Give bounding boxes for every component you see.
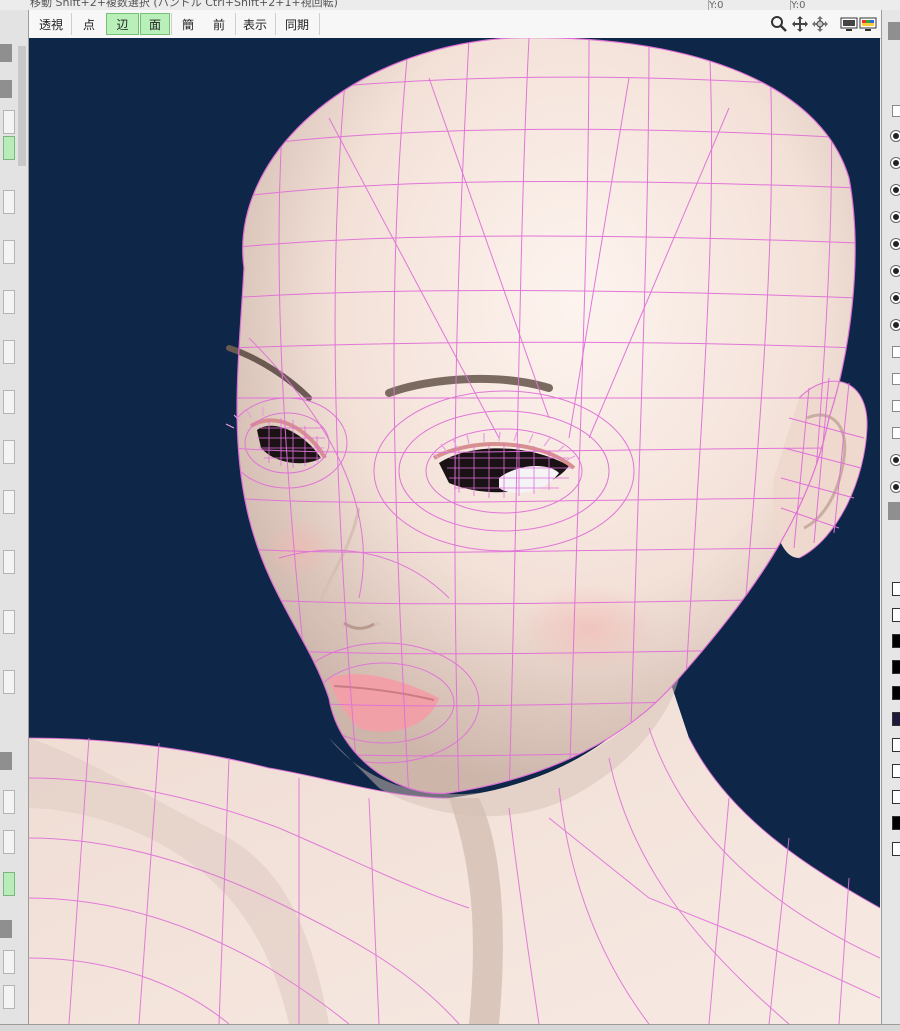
material-color-swatch[interactable] xyxy=(892,816,900,830)
face-button[interactable]: 面 xyxy=(140,13,170,35)
panel-button[interactable] xyxy=(3,290,15,314)
layer-checkbox[interactable] xyxy=(892,373,900,385)
model-render xyxy=(29,38,880,1024)
cheek-blush xyxy=(519,583,659,673)
layer-visibility-toggle[interactable] xyxy=(890,265,900,277)
panel-divider xyxy=(0,920,12,938)
toolbar-divider xyxy=(71,13,72,35)
cheek-blush xyxy=(264,518,334,578)
front-button[interactable]: 前 xyxy=(204,13,234,35)
toolbar-divider xyxy=(319,13,320,35)
panel-button[interactable] xyxy=(3,240,15,264)
simple-button[interactable]: 簡 xyxy=(173,13,203,35)
screen-icon[interactable] xyxy=(840,15,858,33)
toolbar-divider xyxy=(171,13,172,35)
layer-visibility-toggle[interactable] xyxy=(890,211,900,223)
panel-button[interactable] xyxy=(3,440,15,464)
3d-viewport[interactable] xyxy=(29,38,880,1024)
layer-checkbox[interactable] xyxy=(892,346,900,358)
view-toolbar: 透視 点 辺 面 簡 前 表示 同期 xyxy=(29,10,886,39)
material-color-swatch[interactable] xyxy=(892,686,900,700)
layer-visibility-toggle[interactable] xyxy=(890,454,900,466)
panel-button[interactable] xyxy=(3,985,15,1009)
vertex-button[interactable]: 点 xyxy=(73,13,105,35)
left-panel xyxy=(0,10,29,1030)
status-cell: Y:0 xyxy=(790,0,871,10)
layer-visibility-toggle[interactable] xyxy=(890,157,900,169)
toolbar-divider xyxy=(235,13,236,35)
panel-button[interactable] xyxy=(3,670,15,694)
status-hint: 移動 Shift+2+複数選択 (ハンドル Ctrl+Shift+2+1+視回転… xyxy=(30,0,338,9)
layer-checkbox[interactable] xyxy=(892,400,900,412)
layer-checkbox[interactable] xyxy=(892,427,900,439)
perspective-button[interactable]: 透視 xyxy=(33,13,69,35)
layer-checkbox[interactable] xyxy=(892,105,900,117)
panel-button[interactable] xyxy=(3,790,15,814)
panel-divider xyxy=(888,22,900,40)
material-color-swatch[interactable] xyxy=(892,764,900,778)
status-cell: Y:0 xyxy=(708,0,789,10)
panel-button[interactable] xyxy=(3,340,15,364)
display-button[interactable]: 表示 xyxy=(237,13,273,35)
panel-button-active[interactable] xyxy=(3,872,15,896)
layer-visibility-toggle[interactable] xyxy=(890,184,900,196)
panel-button[interactable] xyxy=(3,830,15,854)
panel-button[interactable] xyxy=(3,190,15,214)
panel-divider xyxy=(888,502,900,520)
panel-divider xyxy=(0,80,12,98)
material-color-swatch[interactable] xyxy=(892,712,900,726)
panel-button-active[interactable] xyxy=(3,136,15,160)
material-color-swatch[interactable] xyxy=(892,790,900,804)
toolbar-divider xyxy=(275,13,276,35)
color-screen-icon[interactable] xyxy=(859,15,877,33)
material-color-swatch[interactable] xyxy=(892,660,900,674)
layer-visibility-toggle[interactable] xyxy=(890,319,900,331)
material-color-swatch[interactable] xyxy=(892,842,900,856)
sync-button[interactable]: 同期 xyxy=(277,13,317,35)
edge-button[interactable]: 辺 xyxy=(106,13,139,35)
panel-divider xyxy=(0,752,12,770)
layer-visibility-toggle[interactable] xyxy=(890,481,900,493)
panel-button[interactable] xyxy=(3,110,15,134)
zoom-icon[interactable] xyxy=(770,15,788,33)
panel-button[interactable] xyxy=(3,550,15,574)
panel-button[interactable] xyxy=(3,490,15,514)
rotate-icon[interactable] xyxy=(811,15,829,33)
scrollbar[interactable] xyxy=(18,46,26,166)
material-color-swatch[interactable] xyxy=(892,582,900,596)
panel-button[interactable] xyxy=(3,950,15,974)
panel-button[interactable] xyxy=(3,390,15,414)
panel-divider xyxy=(0,44,12,62)
material-color-swatch[interactable] xyxy=(892,608,900,622)
move-icon[interactable] xyxy=(791,15,809,33)
layer-visibility-toggle[interactable] xyxy=(890,130,900,142)
layer-visibility-toggle[interactable] xyxy=(890,238,900,250)
right-panel xyxy=(881,10,900,1030)
layer-visibility-toggle[interactable] xyxy=(890,292,900,304)
material-color-swatch[interactable] xyxy=(892,634,900,648)
panel-button[interactable] xyxy=(3,610,15,634)
material-color-swatch[interactable] xyxy=(892,738,900,752)
